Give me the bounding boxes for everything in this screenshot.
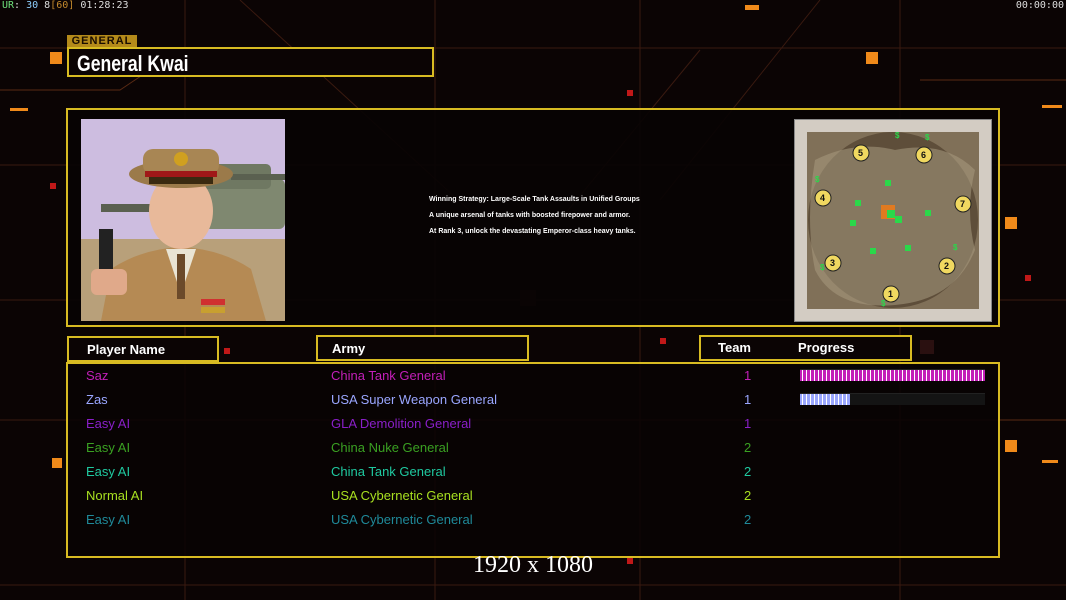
loading-progress-bar — [800, 369, 985, 381]
player-row: Easy AI GLA Demolition General 1 — [68, 412, 998, 436]
general-tag: GENERAL — [67, 35, 137, 47]
general-info-panel: Winning Strategy: Large-Scale Tank Assau… — [66, 108, 1000, 327]
resolution-label: 1920 x 1080 — [473, 552, 593, 578]
player-name: Easy AI — [86, 464, 131, 479]
player-name: Saz — [86, 368, 109, 383]
general-portrait — [81, 119, 285, 321]
start-position-4: 4 — [814, 189, 832, 207]
general-name: General Kwai — [77, 51, 189, 76]
supply-marker: $ — [925, 133, 930, 142]
header-team-progress: Team Progress — [699, 335, 912, 361]
map-preview-image: 1 2 3 4 5 6 7 $ $ $ $ $ $ — [795, 120, 991, 321]
header-army: Army — [316, 335, 529, 361]
player-army: USA Cybernetic General — [331, 512, 473, 527]
start-position-label: 7 — [960, 199, 965, 209]
portrait-image — [81, 119, 285, 321]
player-name: Normal AI — [86, 488, 144, 503]
start-position-3: 3 — [824, 254, 842, 272]
start-position-label: 3 — [830, 258, 835, 268]
player-team: 1 — [744, 368, 752, 383]
player-army: China Nuke General — [331, 440, 449, 455]
description-line: Winning Strategy: Large-Scale Tank Assau… — [429, 196, 640, 203]
player-army: China Tank General — [331, 464, 446, 479]
hud-fps-cap: [60] — [50, 0, 75, 11]
player-team: 2 — [744, 512, 752, 527]
header-army-label: Army — [332, 341, 366, 356]
player-name: Easy AI — [86, 416, 131, 431]
player-row: Normal AI USA Cybernetic General 2 — [68, 484, 998, 508]
description-line: At Rank 3, unlock the devastating Empero… — [429, 228, 636, 235]
player-team: 2 — [744, 464, 752, 479]
header-progress-label: Progress — [798, 340, 855, 355]
player-team: 1 — [744, 416, 752, 431]
header-player-name: Player Name — [67, 336, 219, 362]
player-team: 1 — [744, 392, 752, 407]
player-row: Saz China Tank General 1 — [68, 364, 998, 388]
hud-stats: UR: 30 8[60] 01:28:23 — [2, 0, 129, 11]
player-row: Zas USA Super Weapon General 1 — [68, 388, 998, 412]
start-position-label: 6 — [921, 150, 926, 160]
player-army: USA Super Weapon General — [331, 392, 497, 407]
start-position-label: 1 — [888, 289, 893, 299]
player-name: Zas — [86, 392, 108, 407]
player-row: Easy AI China Tank General 2 — [68, 460, 998, 484]
player-name: Easy AI — [86, 512, 131, 527]
player-name: Easy AI — [86, 440, 131, 455]
start-position-label: 5 — [858, 148, 863, 158]
start-position-label: 2 — [944, 261, 949, 271]
player-army: GLA Demolition General — [331, 416, 472, 431]
player-team: 2 — [744, 488, 752, 503]
general-title-box: General Kwai — [67, 47, 434, 77]
supply-marker: $ — [895, 131, 900, 140]
loading-progress-bar — [800, 393, 985, 405]
players-list: Saz China Tank General 1 Zas USA Super Weapo… — [66, 362, 1000, 558]
hud-ur-label: UR — [2, 0, 15, 11]
supply-marker: $ — [820, 263, 825, 272]
loading-progress-fill — [800, 394, 850, 405]
description-line: A unique arsenal of tanks with boosted f… — [429, 212, 631, 219]
start-position-label: 4 — [820, 193, 825, 203]
supply-marker: $ — [953, 243, 958, 252]
supply-marker: $ — [815, 175, 820, 184]
start-position-7: 7 — [954, 195, 972, 213]
player-row: Easy AI USA Cybernetic General 2 — [68, 508, 998, 532]
player-army: USA Cybernetic General — [331, 488, 473, 503]
start-position-5: 5 — [852, 144, 870, 162]
player-team: 2 — [744, 440, 752, 455]
hud-timer: 00:00:00 — [1015, 0, 1064, 11]
header-player-name-label: Player Name — [87, 342, 166, 357]
general-description: Winning Strategy: Large-Scale Tank Assau… — [429, 196, 729, 244]
start-position-6: 6 — [915, 146, 933, 164]
header-team-label: Team — [718, 340, 751, 355]
map-preview[interactable]: 1 2 3 4 5 6 7 $ $ $ $ $ $ — [794, 119, 992, 322]
hud-fps: 30 — [26, 0, 39, 11]
loading-progress-fill — [800, 370, 985, 381]
supply-marker: $ — [881, 299, 886, 308]
player-army: China Tank General — [331, 368, 446, 383]
player-row: Easy AI China Nuke General 2 — [68, 436, 998, 460]
start-position-2: 2 — [938, 257, 956, 275]
hud-clock: 01:28:23 — [80, 0, 129, 11]
